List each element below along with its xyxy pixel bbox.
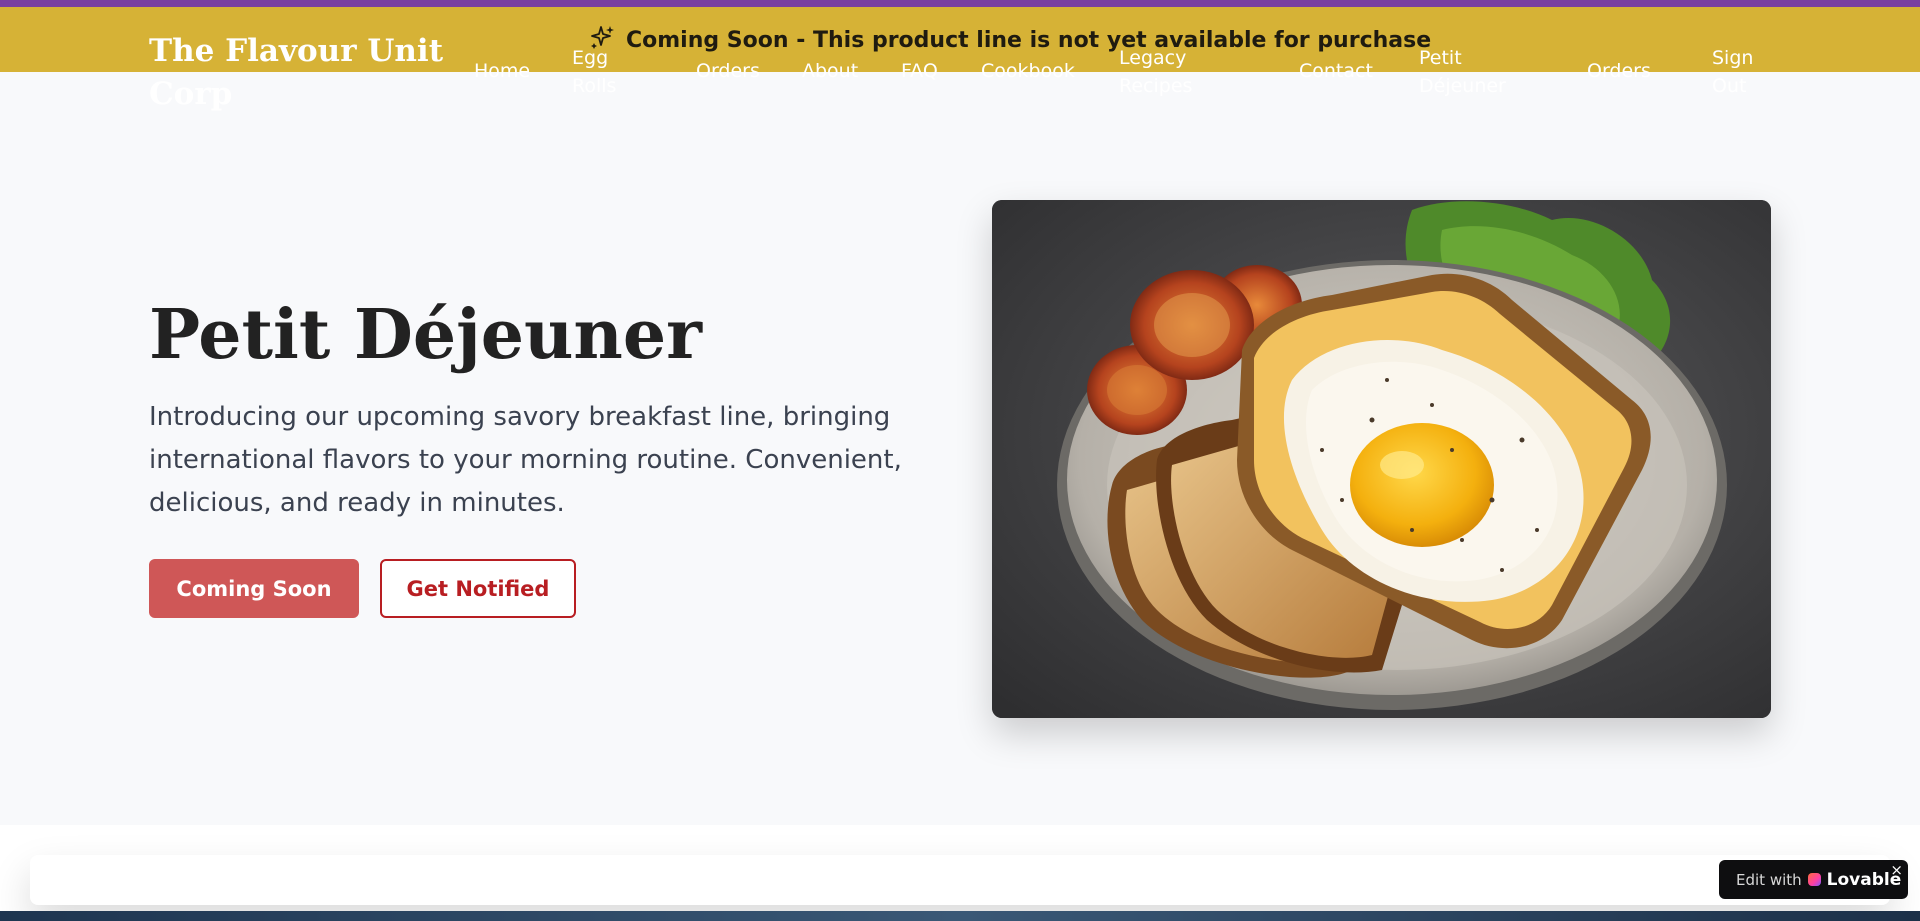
lower-card — [30, 855, 1890, 905]
nav-item-cookbook[interactable]: Cookbook — [981, 57, 1075, 85]
hero-description: Introducing our upcoming savory breakfas… — [149, 402, 902, 518]
nav-item-contact[interactable]: Contact — [1299, 57, 1373, 85]
announcement-text: Coming Soon - This product line is not y… — [626, 27, 1432, 53]
nav-item-petit-dejeuner[interactable]: Petit Déjeuner — [1419, 44, 1519, 100]
nav-item-orders-secondary[interactable]: Orders — [1587, 57, 1651, 85]
coming-soon-announcement: Coming Soon - This product line is not y… — [590, 22, 1431, 58]
get-notified-button[interactable]: Get Notified — [380, 559, 576, 618]
nav-item-faq[interactable]: FAQ — [901, 57, 938, 85]
nav-item-home[interactable]: Home — [474, 57, 530, 85]
brand-logo-link[interactable]: The Flavour Unit Corp — [149, 30, 449, 116]
bottom-edge-strip — [0, 911, 1920, 921]
nav-item-orders[interactable]: Orders — [696, 57, 760, 85]
sparkles-icon — [590, 24, 616, 56]
nav-item-sign-out[interactable]: Sign Out — [1712, 44, 1762, 100]
hero-title: Petit Déjeuner — [149, 295, 702, 375]
lovable-heart-icon — [1807, 873, 1821, 886]
coming-soon-button[interactable]: Coming Soon — [149, 559, 359, 618]
badge-prefix: Edit with — [1736, 870, 1802, 889]
hero-breakfast-image — [992, 200, 1771, 718]
edit-with-lovable-badge[interactable]: Edit with Lovable × — [1719, 860, 1908, 899]
top-accent-strip — [0, 0, 1920, 7]
close-icon[interactable]: × — [1890, 861, 1903, 879]
nav-item-about[interactable]: About — [802, 57, 858, 85]
